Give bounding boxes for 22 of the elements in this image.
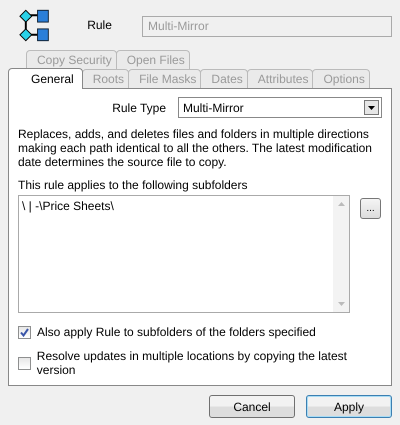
rule-label: Rule <box>87 18 113 32</box>
rule-description: Replaces, adds, and deletes files and folders in multiple directions making each path identical to all the others. The latest modification date determines the source file to copy. <box>18 127 373 169</box>
tab[interactable]: Dates <box>200 69 248 88</box>
option-label: Also apply Rule to subfolders of the folders specified <box>37 325 316 339</box>
scroll-bar[interactable] <box>333 196 349 312</box>
subfolders-field[interactable]: \ | -\Price Sheets\ <box>18 195 350 313</box>
rule-type-label: Rule Type <box>112 100 166 114</box>
checkbox[interactable] <box>18 326 31 338</box>
browse-button[interactable]: ... <box>360 198 381 219</box>
tab[interactable]: General <box>8 68 83 89</box>
tab[interactable]: Options <box>312 69 370 88</box>
dialog-button[interactable]: Cancel <box>209 395 295 418</box>
subfolders-label: This rule applies to the following subfolders <box>18 178 248 192</box>
checkbox[interactable] <box>18 356 31 370</box>
tab[interactable]: File Masks <box>128 69 202 88</box>
tab[interactable]: Roots <box>82 69 130 88</box>
tab[interactable]: Open Files <box>116 50 190 69</box>
rule-type-dropdown[interactable]: Multi-Mirror <box>178 97 382 118</box>
option-label: Resolve updates in multiple locations by copying the latest version <box>36 349 348 377</box>
tab[interactable]: Copy Security <box>26 50 117 69</box>
dialog-button[interactable]: Apply <box>306 395 392 418</box>
tab[interactable]: Attributes <box>246 69 314 88</box>
